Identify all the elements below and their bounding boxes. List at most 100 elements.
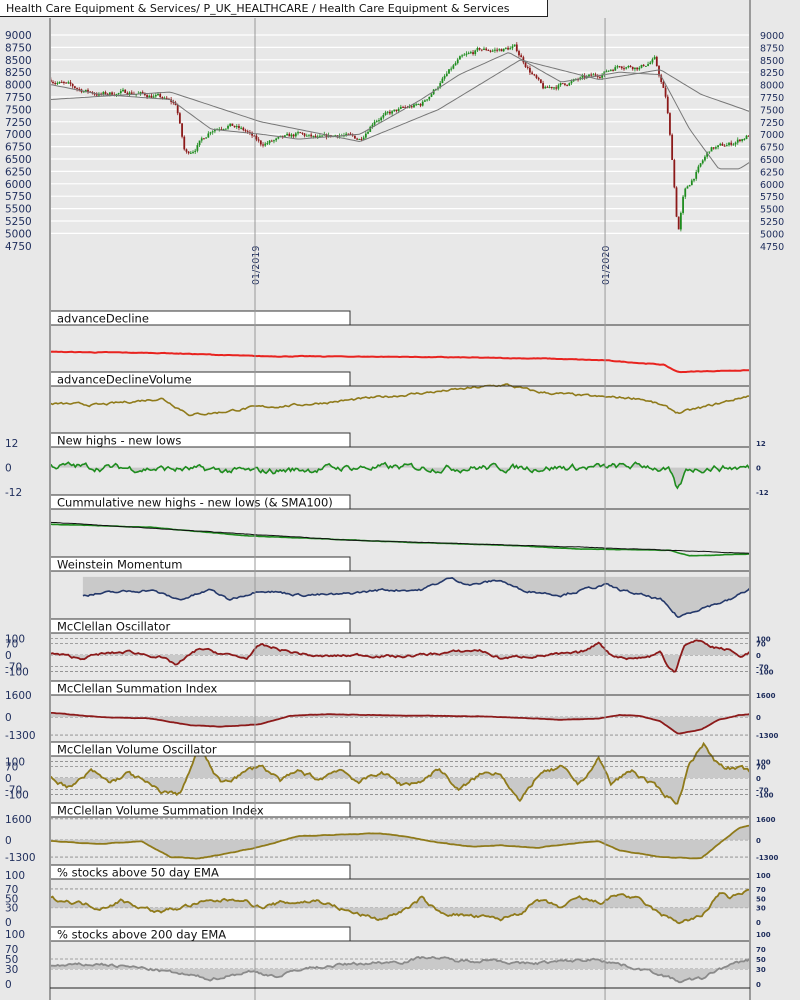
panel-axis-label-left: 100 [5, 870, 25, 882]
candle-body [148, 95, 151, 98]
indicator-series-line [50, 955, 751, 984]
candle-body [544, 86, 547, 89]
candle-body [590, 74, 593, 76]
candle-body [194, 150, 197, 152]
panel-axis-label-left: 0 [5, 650, 12, 662]
candle-body [509, 48, 512, 50]
panel-axis-label-right: -100 [756, 669, 774, 677]
candle-body [183, 136, 186, 150]
price-axis-label-right: 7000 [760, 130, 784, 141]
candle-body [399, 106, 402, 109]
candle-body [511, 46, 514, 49]
candle-body [73, 86, 76, 89]
price-axis-label-right: 6000 [760, 180, 784, 191]
price-axis-label-right: 6250 [760, 167, 784, 178]
candle-body [104, 92, 107, 94]
candle-body [498, 49, 501, 51]
x-axis-date-label: 01/2020 [601, 246, 612, 285]
panel-axis-label-left: 30 [5, 903, 18, 915]
indicator-fill-area [50, 889, 751, 924]
candle-body [54, 83, 57, 85]
panel-title: McClellan Summation Index [57, 682, 218, 696]
candle-body [618, 66, 621, 68]
candle-body [472, 52, 474, 55]
candle-body [443, 76, 446, 79]
candle-body [647, 64, 649, 66]
price-axis-label-right: 8250 [760, 68, 784, 79]
panel-axis-label-right: 0 [756, 714, 761, 722]
candle-body [146, 95, 148, 98]
candle-body [671, 134, 674, 161]
candle-body [196, 145, 199, 151]
candle-body [297, 132, 299, 134]
candle-body [717, 145, 719, 148]
candle-body [410, 106, 413, 108]
candle-body [612, 69, 614, 71]
candle-body [58, 81, 61, 84]
candle-body [227, 125, 229, 129]
candle-body [736, 139, 739, 143]
candle-body [286, 133, 288, 136]
candle-body [246, 131, 249, 133]
candle-body [719, 143, 722, 146]
panel-axis-label-right: -1300 [756, 854, 779, 862]
candle-body [52, 81, 54, 84]
candle-body [690, 180, 693, 186]
candle-body [463, 54, 466, 56]
candle-body [524, 62, 527, 67]
candle-body [413, 104, 415, 108]
candle-body [264, 143, 267, 146]
price-axis-label-left: 9000 [5, 30, 32, 42]
panel-axis-label-left: 0 [5, 712, 12, 724]
panel-axis-label-right: -100 [756, 791, 774, 799]
candle-body [242, 127, 245, 131]
price-axis-label-left: 7250 [5, 117, 32, 129]
candle-body [181, 123, 183, 137]
indicator-series-line [50, 523, 750, 557]
candle-body [130, 92, 133, 94]
candle-body [205, 137, 208, 139]
price-axis-label-left: 8000 [5, 80, 32, 92]
candle-body [504, 47, 507, 49]
price-axis-label-left: 5750 [5, 191, 32, 203]
candle-body [695, 172, 698, 179]
candle-body [154, 95, 157, 97]
candle-body [209, 132, 212, 134]
candle-body [319, 135, 321, 137]
candle-body [557, 85, 560, 89]
candle-body [87, 89, 89, 92]
candle-body [430, 94, 433, 97]
panel-axis-label-right: -12 [756, 489, 769, 497]
panel-axis-label-left: 0 [5, 835, 12, 847]
candle-body [63, 82, 65, 84]
panel-axis-label-left: 70 [5, 638, 18, 650]
candle-body [303, 133, 306, 136]
panel-title: McClellan Oscillator [57, 620, 170, 634]
candle-body [559, 83, 562, 86]
candle-body [362, 137, 365, 140]
candle-body [454, 63, 457, 66]
panel-axis-label-left: -12 [5, 487, 22, 499]
panel-axis-label-left: 100 [5, 929, 25, 941]
candle-body [277, 137, 280, 139]
candle-body [275, 138, 278, 141]
candle-body [553, 87, 555, 89]
candle-body [712, 147, 715, 149]
candle-body [238, 126, 240, 128]
candle-body [461, 55, 464, 57]
price-axis-label-left: 7500 [5, 104, 32, 116]
candle-body [483, 48, 485, 50]
panel-axis-label-left: 30 [5, 964, 18, 976]
panel-axis-label-left: -1300 [5, 730, 36, 742]
candle-body [415, 104, 418, 106]
candle-body [288, 133, 291, 137]
panel-title: advanceDeclineVolume [57, 373, 192, 387]
candle-body [419, 103, 422, 106]
candle-body [693, 178, 695, 181]
candle-body [141, 92, 144, 94]
candle-body [445, 73, 448, 77]
candle-body [649, 62, 652, 65]
price-axis-label-left: 7000 [5, 129, 32, 141]
candle-body [108, 92, 111, 95]
candle-body [513, 44, 516, 47]
